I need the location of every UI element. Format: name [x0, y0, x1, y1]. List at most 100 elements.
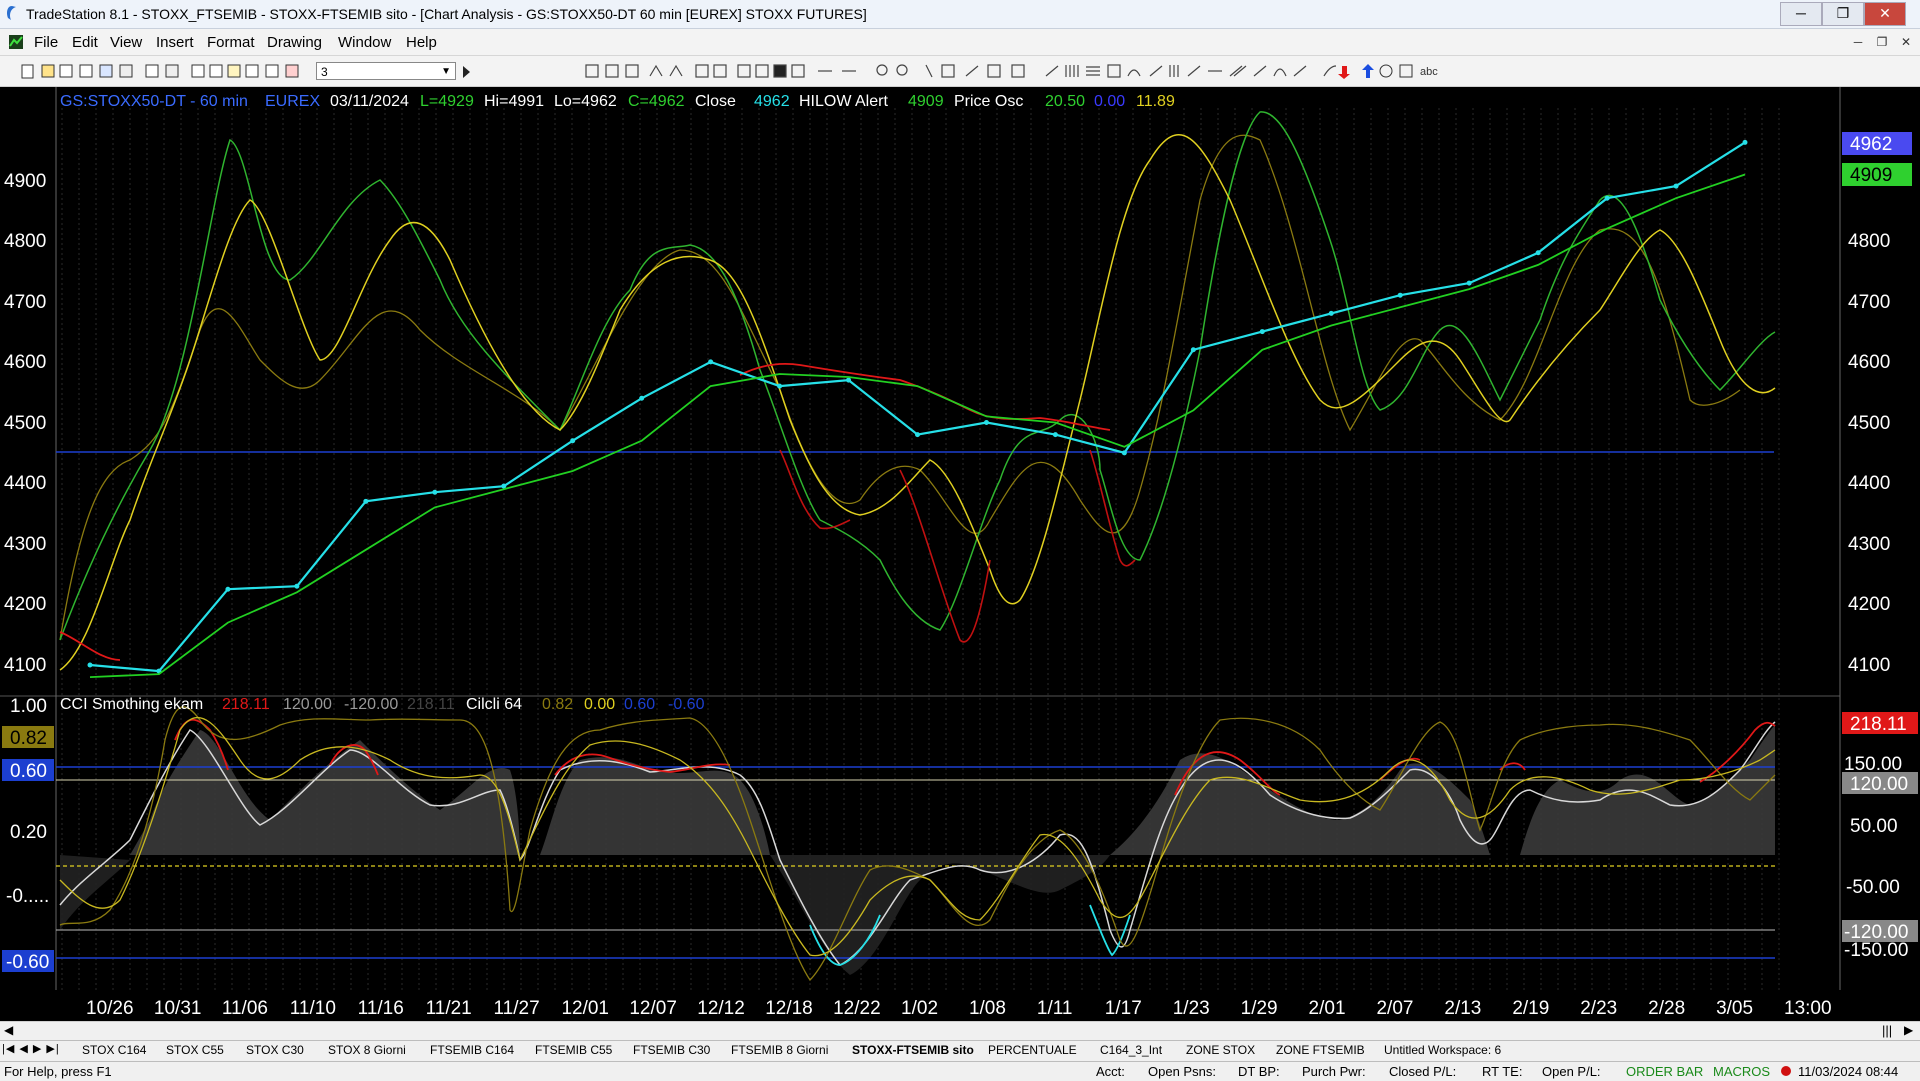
menu-drawing[interactable]: Drawing — [267, 34, 322, 51]
date-tick: 12/01 — [561, 998, 609, 1019]
header-low-label: L=4929 — [420, 93, 474, 110]
price-point — [1742, 139, 1748, 145]
date-tick: 1/23 — [1173, 998, 1210, 1019]
tab-stox-c55[interactable]: STOX C55 — [166, 1043, 224, 1057]
price-point — [915, 432, 920, 438]
mdi-close-icon[interactable]: ✕ — [1896, 33, 1916, 51]
minimize-button[interactable]: ─ — [1780, 2, 1822, 26]
ind-w2: 0.00 — [584, 696, 615, 713]
price-point — [1259, 329, 1265, 335]
menu-insert[interactable]: Insert — [156, 34, 194, 51]
ind-v4: 218.11 — [407, 696, 455, 713]
ind-w1: 0.82 — [542, 696, 573, 713]
price-tick: 4600 — [1848, 352, 1890, 373]
price-point — [983, 420, 989, 425]
date-tick: 1/08 — [969, 998, 1006, 1019]
interval-select[interactable]: 3 ▼ — [316, 62, 456, 80]
scroll-grip-icon[interactable]: ||| — [1882, 1023, 1892, 1038]
menu-window[interactable]: Window — [338, 34, 391, 51]
menu-help[interactable]: Help — [406, 34, 437, 51]
date-tick: 12/22 — [833, 998, 881, 1019]
ind-badge-neg-text: -0.60 — [6, 952, 49, 973]
header-close-label: C=4962 — [628, 93, 685, 110]
tab-zone-ftsemib[interactable]: ZONE FTSEMIB — [1276, 1043, 1365, 1057]
price-tick: 4200 — [1848, 594, 1890, 615]
ind-v2: 120.00 — [283, 696, 332, 713]
price-point — [570, 438, 576, 444]
price-point — [363, 498, 369, 504]
date-tick: 11/10 — [290, 998, 336, 1019]
mdi-restore-icon[interactable]: ❐ — [1872, 33, 1892, 51]
price-tick: 4400 — [4, 473, 46, 494]
menu-view[interactable]: View — [110, 34, 142, 51]
horizontal-scrollbar[interactable]: ◀ ||| ▶ — [0, 1021, 1920, 1040]
mdi-minimize-icon[interactable]: ─ — [1848, 33, 1868, 51]
header-lo-label: Lo=4962 — [554, 93, 617, 110]
ind-name: CCI Smothing ekam — [60, 696, 203, 713]
tab-ftsemib-8-giorni[interactable]: FTSEMIB 8 Giorni — [731, 1043, 828, 1057]
date-tick: 10/26 — [86, 998, 134, 1019]
tab-stoxx-ftsemib-sito[interactable]: STOXX-FTSEMIB sito — [852, 1043, 974, 1057]
header-close-value: 4962 — [754, 93, 790, 110]
tab-c164-3-int[interactable]: C164_3_Int — [1100, 1043, 1162, 1057]
tab-nav-icons[interactable]: |◀ ◀ ▶ ▶| — [2, 1042, 60, 1055]
menu-bar: File Edit View Insert Format Drawing Win… — [0, 29, 1920, 56]
ind-badge-blue-text: 0.60 — [10, 761, 47, 782]
ind-v1: 218.11 — [222, 696, 270, 713]
price-tick: 4400 — [1848, 473, 1890, 494]
price-tick: 4300 — [4, 534, 46, 555]
tab-stox-c30[interactable]: STOX C30 — [246, 1043, 304, 1057]
status-open-pl: Open P/L: — [1542, 1064, 1601, 1079]
tab-ftsemib-c164[interactable]: FTSEMIB C164 — [430, 1043, 514, 1057]
chart-window[interactable]: GS:STOXX50-DT - 60 min EUREX 03/11/2024 … — [0, 87, 1920, 1024]
toolbar-icons-right[interactable]: abc — [580, 56, 1780, 86]
header-close-text: Close — [695, 93, 736, 110]
date-tick: 2/07 — [1376, 998, 1413, 1019]
tab-stox-c164[interactable]: STOX C164 — [82, 1043, 146, 1057]
close-button[interactable]: ✕ — [1864, 2, 1906, 26]
tab-stox-8-giorni[interactable]: STOX 8 Giorni — [328, 1043, 406, 1057]
status-rt-te: RT TE: — [1482, 1064, 1523, 1079]
tab-ftsemib-c30[interactable]: FTSEMIB C30 — [633, 1043, 710, 1057]
date-tick: 11/06 — [222, 998, 268, 1019]
menu-file[interactable]: File — [34, 34, 58, 51]
scroll-right-icon[interactable]: ▶ — [1904, 1023, 1913, 1037]
scroll-left-icon[interactable]: ◀ — [4, 1023, 13, 1037]
price-point — [294, 583, 300, 589]
price-point — [1604, 195, 1610, 201]
price-tick: 4200 — [4, 594, 46, 615]
menu-format[interactable]: Format — [207, 34, 255, 51]
tab-percentuale[interactable]: PERCENTUALE — [988, 1043, 1077, 1057]
status-closed-pl: Closed P/L: — [1389, 1064, 1457, 1079]
header-osc-v3: 11.89 — [1136, 93, 1175, 110]
header-osc-v1: 20.50 — [1045, 93, 1085, 110]
tab-zone-stox[interactable]: ZONE STOX — [1186, 1043, 1255, 1057]
date-tick: 11/27 — [494, 998, 540, 1019]
date-tick: 11/21 — [426, 998, 472, 1019]
tab-ftsemib-c55[interactable]: FTSEMIB C55 — [535, 1043, 612, 1057]
ind-badge-yellow-text: 0.82 — [10, 728, 47, 749]
price-tick: 4700 — [4, 292, 46, 313]
workspace-tabs: |◀ ◀ ▶ ▶| STOX C164 STOX C55 STOX C30 ST… — [0, 1040, 1920, 1061]
date-tick: 11/16 — [358, 998, 404, 1019]
chart-window-icon[interactable] — [8, 34, 24, 50]
date-tick: 1/11 — [1037, 998, 1073, 1019]
price-point — [225, 586, 231, 592]
ind-name2: Cilcli 64 — [466, 696, 522, 713]
price-tick: 4800 — [1848, 231, 1890, 252]
chart-canvas[interactable]: GS:STOXX50-DT - 60 min EUREX 03/11/2024 … — [0, 87, 1920, 1024]
price-point — [1190, 347, 1196, 353]
date-tick: 1/29 — [1241, 998, 1278, 1019]
ind-right-m50: -50.00 — [1846, 877, 1900, 898]
ma-price-badge-text: 4909 — [1850, 165, 1892, 186]
maximize-button[interactable]: ❐ — [1822, 2, 1864, 26]
menu-edit[interactable]: Edit — [72, 34, 98, 51]
ind-w4: -0.60 — [668, 696, 705, 713]
date-tick: 13:00 — [1784, 998, 1832, 1019]
status-macros[interactable]: MACROS — [1713, 1064, 1770, 1079]
price-tick: 4900 — [4, 171, 46, 192]
status-order-bar[interactable]: ORDER BAR — [1626, 1064, 1703, 1079]
tab-untitled-workspace[interactable]: Untitled Workspace: 6 — [1384, 1043, 1501, 1057]
price-point — [1673, 183, 1679, 189]
price-point — [708, 359, 714, 365]
